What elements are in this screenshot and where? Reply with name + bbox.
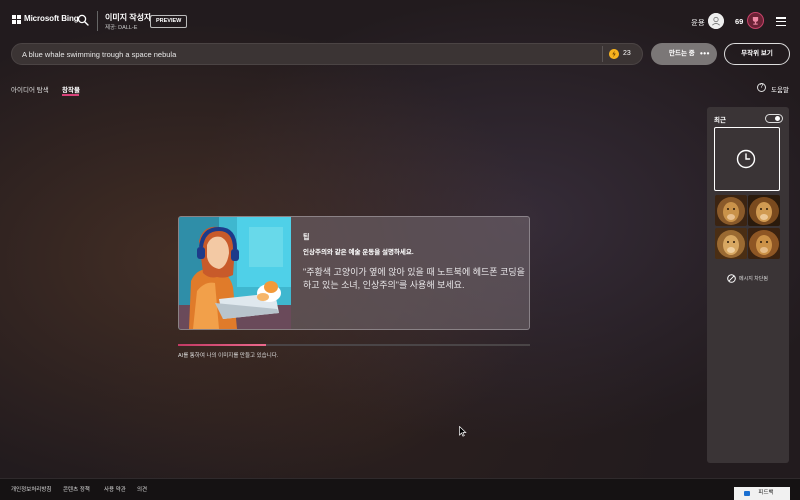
app-title: 이미지 작성자 [105,13,152,22]
progress-fill [178,344,266,346]
tab-explore-ideas[interactable]: 아이디어 탐색 [11,84,49,94]
brand-name[interactable]: Microsoft Bing [24,14,79,23]
help-icon[interactable]: ? [757,83,766,92]
progress-status: AI를 통하여 나의 이미지를 만들고 있습니다. [178,353,279,359]
boost-count: 23 [623,50,631,57]
feedback-icon [744,491,750,496]
tip-example-prompt: "주황색 고양이가 옆에 앉아 있을 때 노트북에 헤드폰 코딩을 하고 있는 … [303,267,525,290]
avatar-icon[interactable] [708,13,724,29]
clock-icon [736,149,756,169]
blocked-icon [727,274,736,283]
progress-bar [178,344,530,346]
recent-title: 최근 [714,117,726,124]
recent-toggle[interactable] [765,114,783,123]
surprise-me-button[interactable]: 무작위 보기 [724,43,790,65]
top-header: Microsoft Bing 이미지 작성자 제공: DALL-E PREVIE… [0,0,800,40]
boost-coin-icon [609,49,619,59]
lion-thumbnail-1[interactable] [715,195,747,226]
footer-link-privacy[interactable]: 개인정보처리방침 [11,485,51,493]
footer-link-terms[interactable]: 사용 약관 [104,485,126,493]
header-divider [97,11,98,31]
microsoft-logo-icon[interactable] [12,15,21,24]
footer-link-feedback[interactable]: 의견 [137,485,147,493]
rewards-count[interactable]: 69 [735,17,743,26]
tip-title: 팁 [303,234,310,241]
lion-thumbnail-2[interactable] [748,195,780,226]
help-link[interactable]: 도움말 [771,84,789,94]
boost-divider [602,46,603,62]
footer-link-content-policy[interactable]: 콘텐츠 정책 [63,485,90,493]
search-icon[interactable] [77,14,89,26]
prompt-text[interactable]: A blue whale swimming trough a space neb… [22,50,582,59]
rewards-trophy-icon[interactable] [747,12,764,29]
loading-dots-icon: ••• [700,49,710,58]
tab-creations[interactable]: 창작물 [62,84,80,94]
mouse-cursor-icon [459,426,467,437]
blocked-message: 메시지 차단됨 [739,276,768,282]
preview-badge: PREVIEW [150,15,188,28]
lion-thumbnail-3[interactable] [715,228,747,259]
feedback-button[interactable]: 피드백 [734,487,790,500]
tip-body: 인상주의와 같은 예술 운동을 설명하세요. [303,249,414,256]
active-tab-indicator [62,94,79,96]
user-name[interactable]: 윤용 [691,17,705,28]
tip-example-image [179,217,291,329]
hamburger-menu-icon[interactable] [776,17,786,28]
app-subtitle: 제공: DALL-E [105,25,138,31]
toggle-knob [775,116,780,121]
lion-thumbnail-4[interactable] [748,228,780,259]
